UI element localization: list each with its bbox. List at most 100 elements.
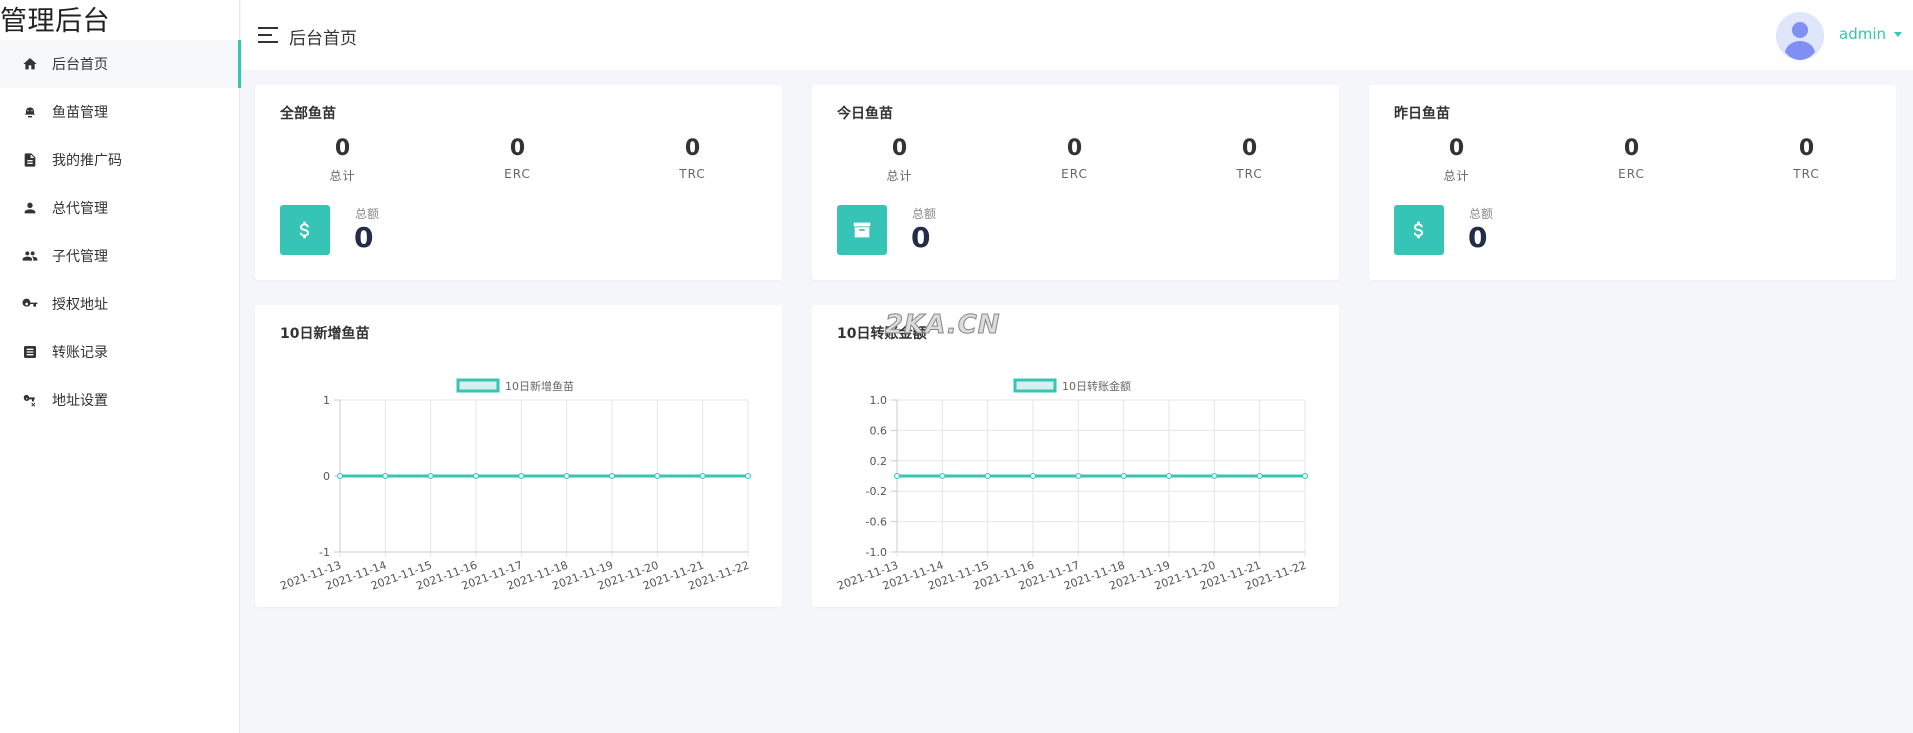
sidebar-item-label: 授权地址 [52,297,108,313]
list-icon [22,344,38,360]
data-point[interactable] [337,473,343,479]
stat-label: 总计 [329,169,356,183]
y-tick-label: -1.0 [866,546,887,559]
sidebar-item-general-agent[interactable]: 总代管理 [0,184,240,232]
data-point[interactable] [1075,473,1082,479]
data-point[interactable] [984,473,991,479]
avatar[interactable] [1776,12,1824,60]
dollar-icon [1394,205,1444,255]
document-icon [22,152,38,168]
sidebar-item-label: 总代管理 [52,201,108,217]
stat-value: 0 [684,136,701,161]
data-point[interactable] [1256,473,1263,479]
data-point[interactable] [1211,473,1218,479]
data-point[interactable] [518,473,525,479]
stat-erc: 0 ERC [1544,135,1719,184]
y-tick-label: 0.2 [870,455,888,468]
watermark-text: 2KA.CN [885,310,1001,341]
data-point[interactable] [427,473,434,479]
chart-card-transfer-amount: 10日转账金额 10日转账金额 1.0 0.6 0.2 -0.2 -0.6 -1.0 2021… [812,305,1339,607]
sidebar-item-auth-address[interactable]: 授权地址 [0,280,240,328]
stat-trc: 0 TRC [1719,135,1894,184]
sidebar-item-label: 我的推广码 [52,153,122,169]
stat-trc: 0 TRC [1162,135,1337,184]
data-point[interactable] [1302,473,1308,479]
y-tick-label: 0.6 [870,424,888,437]
legend[interactable]: 10日新增鱼苗 [456,378,574,393]
stat-total: 0 总计 [1369,135,1544,184]
home-icon [22,56,38,72]
archive-icon [837,205,887,255]
legend-label: 10日转账金额 [1062,379,1131,393]
line-chart-new-fry: 10日新增鱼苗10-12021-11-132021-11-142021-11-1… [278,378,751,593]
data-point[interactable] [654,473,661,479]
data-point[interactable] [382,473,389,479]
card-title: 全部鱼苗 [280,106,336,122]
stat-value: 0 [1798,136,1815,161]
legend-label: 10日新增鱼苗 [505,379,574,393]
y-tick-label: -0.6 [866,516,887,529]
y-tick-label: -0.2 [866,485,887,498]
data-point[interactable] [1166,473,1172,479]
chevron-down-icon [1894,32,1902,37]
key-icon [22,296,38,312]
key-settings-icon [22,392,38,408]
sidebar-item-fish[interactable]: 鱼苗管理 [0,88,240,136]
stat-card-all: 全部鱼苗 0 总计 0 ERC 0 TRC 总额 0 [255,85,782,280]
data-point[interactable] [609,473,615,479]
stat-total: 0 总计 [255,135,430,184]
chart-card-new-fry: 10日新增鱼苗 10日新增鱼苗 1 0 -1 2021-11-13 2021-11-14 2… [255,305,782,607]
stat-value: 0 [891,136,908,161]
stat-label: 总计 [886,169,913,183]
y-tick-label: 1.0 [870,394,888,407]
people-icon [22,248,38,264]
sidebar-item-label: 转账记录 [52,345,108,361]
stat-erc: 0 ERC [430,135,605,184]
stat-card-today: 今日鱼苗 0 总计 0 ERC 0 TRC 总额 0 [812,85,1339,280]
watermark: 2KA.CN [885,310,1001,341]
user-menu-button[interactable]: admin [1839,25,1902,43]
card-title: 今日鱼苗 [837,106,893,122]
stat-value: 0 [1448,136,1465,161]
person-icon [22,200,38,216]
stat-label: TRC [1236,167,1263,181]
sidebar-item-label: 后台首页 [52,57,108,73]
stat-label: TRC [679,167,706,181]
total-value: 0 [354,221,374,254]
stat-card-yesterday: 昨日鱼苗 0 总计 0 ERC 0 TRC 总额 0 [1369,85,1896,280]
data-point[interactable] [699,473,706,479]
data-point[interactable] [1120,473,1127,479]
data-point[interactable] [939,473,946,479]
fish-icon [22,104,38,120]
sidebar-item-sub-agent[interactable]: 子代管理 [0,232,240,280]
sidebar-nav: 后台首页 鱼苗管理 我的推广码 总代管理 子代管理 授权地址 转账记录 地址设置 [0,40,241,424]
page-title: 后台首页 [289,29,357,49]
legend-swatch [456,378,500,393]
sidebar-item-label: 地址设置 [52,393,108,409]
data-point[interactable] [1030,473,1036,479]
legend[interactable]: 10日转账金额 [1013,378,1131,393]
total-label: 总额 [355,207,380,221]
line-chart-transfer-amount: 10日转账金额1.00.60.2-0.2-0.6-1.02021-11-1320… [835,378,1308,593]
brand-title: 管理后台 [0,6,110,37]
legend-swatch [1013,378,1057,393]
stat-value: 0 [1241,136,1258,161]
data-point[interactable] [563,473,570,479]
sidebar-item-promo-code[interactable]: 我的推广码 [0,136,240,184]
menu-toggle-icon[interactable] [258,27,280,43]
dollar-icon [280,205,330,255]
sidebar-item-label: 鱼苗管理 [52,105,108,121]
user-name: admin [1839,25,1886,43]
y-tick-label: 0 [323,470,330,483]
data-point[interactable] [473,473,479,479]
sidebar-item-transfer-records[interactable]: 转账记录 [0,328,240,376]
sidebar-item-label: 子代管理 [52,249,108,265]
stat-label: ERC [1618,167,1645,181]
y-tick-label: 1 [323,394,330,407]
sidebar-item-home[interactable]: 后台首页 [0,40,241,88]
data-point[interactable] [745,473,751,479]
stat-trc: 0 TRC [605,135,780,184]
stat-erc: 0 ERC [987,135,1162,184]
sidebar-item-address-settings[interactable]: 地址设置 [0,376,240,424]
data-point[interactable] [894,473,900,479]
